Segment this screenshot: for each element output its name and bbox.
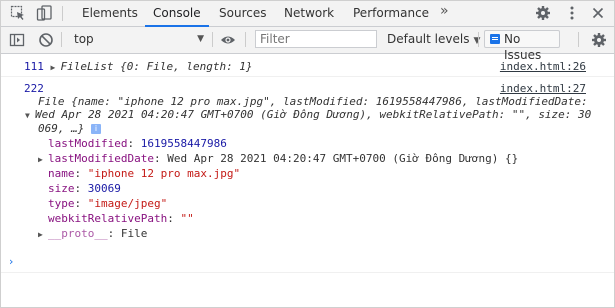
close-icon[interactable]: [590, 5, 606, 21]
toolbar-divider: [578, 32, 579, 47]
settings-gear-icon[interactable]: [535, 5, 551, 21]
live-expression-eye-icon[interactable]: [220, 32, 236, 48]
toolbar-divider: [212, 32, 213, 47]
tab-console[interactable]: Console: [145, 1, 209, 27]
log-levels-label: Default levels: [387, 32, 470, 46]
property-row: ▶ lastModifiedDate: Wed Apr 28 2021 04:20…: [38, 152, 519, 165]
toolbar-divider: [245, 32, 246, 47]
file-preview-line: 069, …} i: [38, 122, 101, 135]
property-key: size: [48, 182, 75, 195]
tab-performance[interactable]: Performance: [353, 1, 429, 26]
property-key: webkitRelativePath: [48, 212, 168, 225]
property-value: "iphone 12 pro max.jpg": [87, 167, 241, 180]
property-key: name: [48, 167, 75, 180]
dropdown-arrow-icon: ▼: [473, 36, 481, 46]
property-row: type: "image/jpeg": [48, 197, 168, 210]
more-tabs-button[interactable]: »: [440, 3, 449, 19]
expand-arrow-icon[interactable]: ▼: [25, 111, 35, 120]
expand-arrow-icon[interactable]: ▶: [38, 155, 48, 164]
property-row: size: 30069: [48, 182, 121, 195]
tab-sources[interactable]: Sources: [219, 1, 266, 26]
property-value: Wed Apr 28 2021 04:20:47 GMT+0700 (Giờ Đ…: [167, 152, 519, 165]
property-key: type: [48, 197, 75, 210]
console-prompt-input[interactable]: ›: [9, 255, 13, 268]
console-settings-gear-icon[interactable]: [591, 32, 607, 48]
console-toolbar: top ▼ Default levels▼ No Issues: [1, 27, 614, 62]
property-key: lastModified: [48, 137, 128, 150]
dropdown-arrow-icon: ▼: [197, 34, 204, 44]
expand-arrow-icon[interactable]: ▶: [51, 63, 61, 72]
expand-arrow-icon[interactable]: ▶: [38, 230, 48, 239]
property-row: lastModified: 1619558447986: [48, 137, 227, 150]
more-options-kebab-icon[interactable]: [564, 5, 580, 21]
issues-button[interactable]: No Issues: [484, 30, 560, 62]
log-count: 222: [24, 82, 44, 95]
object-preview[interactable]: FileList {0: File, length: 1}: [61, 60, 253, 73]
toolbar-divider: [478, 32, 479, 47]
source-link[interactable]: index.html:27: [500, 82, 586, 95]
property-key: lastModifiedDate: [48, 152, 154, 165]
property-value: "": [180, 212, 194, 225]
property-value: 1619558447986: [140, 137, 227, 150]
issues-message-icon: [490, 34, 500, 44]
filter-input[interactable]: [255, 30, 377, 48]
show-sidebar-icon[interactable]: [9, 32, 25, 48]
message-line: 111 ▶ FileList {0: File, length: 1}: [24, 60, 253, 73]
context-label: top: [74, 32, 94, 46]
info-icon[interactable]: i: [90, 124, 101, 134]
console-message: 222 index.html:27 File {name: "iphone 12…: [1, 77, 614, 273]
tab-network[interactable]: Network: [284, 1, 334, 26]
toolbar-divider: [61, 32, 62, 47]
preview-text[interactable]: Wed Apr 28 2021 04:20:47 GMT+0700 (Giờ Đ…: [35, 108, 591, 121]
property-value: File: [120, 227, 148, 240]
property-value: 30069: [87, 182, 121, 195]
console-message: 111 ▶ FileList {0: File, length: 1} index…: [1, 54, 614, 77]
property-row: name: "iphone 12 pro max.jpg": [48, 167, 241, 180]
preview-text[interactable]: 069, …}: [38, 122, 84, 135]
inspect-element-icon[interactable]: [10, 5, 26, 21]
property-row: webkitRelativePath: "": [48, 212, 194, 225]
device-toolbar-icon[interactable]: [36, 5, 52, 21]
source-link[interactable]: index.html:26: [500, 60, 586, 73]
log-levels-dropdown[interactable]: Default levels ▼: [387, 30, 480, 48]
devtools-tabs-bar: Elements Console Sources Network Perform…: [1, 1, 614, 27]
clear-console-icon[interactable]: [38, 32, 54, 48]
log-count: 111: [24, 60, 44, 73]
tab-elements[interactable]: Elements: [82, 1, 138, 26]
property-row: ▶ __proto__: File: [38, 227, 148, 240]
toolbar-divider: [62, 6, 63, 21]
property-value: "image/jpeg": [87, 197, 168, 210]
console-log: 111 ▶ FileList {0: File, length: 1} index…: [1, 54, 614, 273]
file-preview-line: ▼ Wed Apr 28 2021 04:20:47 GMT+0700 (Giờ …: [25, 108, 591, 121]
property-key: __proto__: [48, 227, 108, 240]
javascript-context-select[interactable]: top ▼: [68, 30, 206, 48]
file-preview-line[interactable]: File {name: "iphone 12 pro max.jpg", las…: [38, 95, 588, 108]
